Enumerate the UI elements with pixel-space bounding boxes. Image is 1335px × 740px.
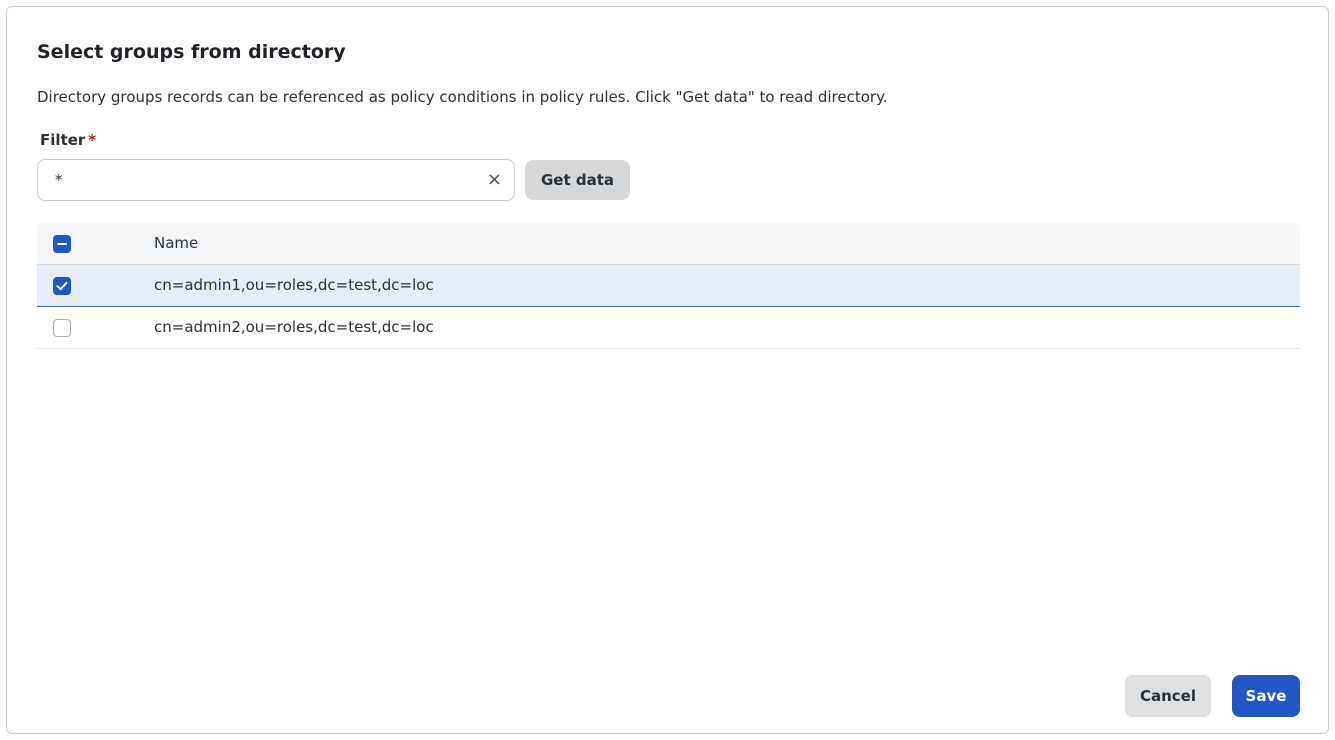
cancel-button[interactable]: Cancel bbox=[1125, 675, 1211, 717]
table-row[interactable]: cn=admin1,ou=roles,dc=test,dc=loc bbox=[37, 265, 1300, 307]
groups-table: Name cn=admin1,ou=roles,dc=test,dc=loc c… bbox=[37, 223, 1300, 349]
filter-input[interactable]: * × bbox=[37, 159, 515, 201]
get-data-button[interactable]: Get data bbox=[525, 160, 630, 200]
row-name: cn=admin1,ou=roles,dc=test,dc=loc bbox=[154, 276, 434, 294]
filter-label-text: Filter bbox=[40, 131, 86, 149]
minus-icon bbox=[57, 243, 67, 245]
close-icon[interactable]: × bbox=[487, 169, 502, 190]
table-header: Name bbox=[37, 223, 1300, 265]
save-button[interactable]: Save bbox=[1232, 675, 1300, 717]
select-groups-dialog: Select groups from directory Directory g… bbox=[6, 6, 1329, 734]
column-header-name[interactable]: Name bbox=[154, 234, 198, 252]
row-checkbox[interactable] bbox=[53, 319, 71, 337]
filter-label: Filter * bbox=[40, 131, 96, 149]
table-row[interactable]: cn=admin2,ou=roles,dc=test,dc=loc bbox=[37, 307, 1300, 349]
dialog-description: Directory groups records can be referenc… bbox=[37, 88, 888, 106]
required-marker: * bbox=[88, 131, 97, 149]
checkmark-icon bbox=[56, 281, 68, 291]
select-all-checkbox[interactable] bbox=[53, 235, 71, 253]
row-name: cn=admin2,ou=roles,dc=test,dc=loc bbox=[154, 318, 434, 336]
dialog-title: Select groups from directory bbox=[37, 41, 346, 63]
row-checkbox[interactable] bbox=[53, 277, 71, 295]
filter-input-value[interactable]: * bbox=[55, 171, 63, 189]
